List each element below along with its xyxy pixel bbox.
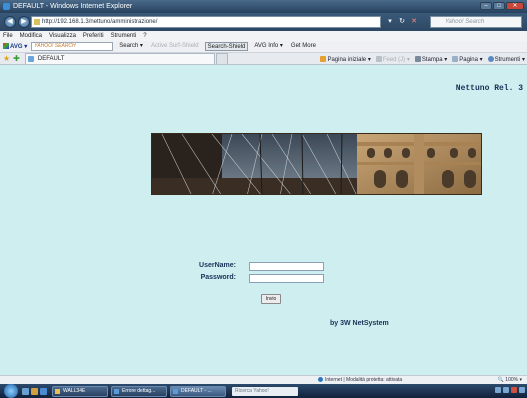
back-button[interactable]: ◀ (4, 16, 16, 28)
task-error-details[interactable]: Errore dettag... (111, 385, 167, 397)
menu-preferiti[interactable]: Preferiti (83, 33, 104, 39)
username-input[interactable] (249, 262, 324, 271)
address-field[interactable]: http://192.168.1.3/nettuno/amministrazio… (31, 16, 381, 28)
avg-search-button[interactable]: Search ▾ (117, 42, 145, 51)
tray-network-icon[interactable] (495, 387, 501, 393)
ie-icon (3, 3, 10, 10)
window-title: DEFAULT - Windows Internet Explorer (13, 3, 133, 10)
new-tab-button[interactable] (215, 53, 228, 64)
menu-help[interactable]: ? (143, 33, 146, 39)
tray-security-icon[interactable] (511, 387, 517, 393)
ie-task-icon (114, 388, 119, 394)
zoom-level[interactable]: 🔍 100% ▾ (498, 377, 522, 383)
task-wall34e[interactable]: WALL34E (52, 385, 108, 397)
tools-menu-button[interactable]: Strumenti ▾ (487, 55, 525, 63)
minimize-button[interactable]: – (480, 2, 492, 10)
tray-update-icon[interactable] (519, 387, 525, 393)
home-icon (320, 55, 327, 62)
quicklaunch-desktop-icon[interactable] (22, 387, 29, 395)
home-button[interactable]: Pagina iniziale ▾ (320, 55, 371, 63)
close-button[interactable]: ✕ (506, 2, 524, 10)
banner-photo (152, 134, 481, 194)
get-more-button[interactable]: Get More (289, 42, 318, 51)
feeds-button[interactable]: Feed (J) ▾ (375, 55, 410, 63)
avg-logo-icon (3, 43, 9, 49)
address-url: http://192.168.1.3/nettuno/amministrazio… (42, 19, 158, 25)
address-dropdown-icon[interactable]: ▾ (385, 16, 395, 28)
browser-search-input[interactable]: Yahoo! Search (430, 16, 522, 28)
ie-task-icon (173, 388, 178, 394)
page-menu-icon (452, 55, 459, 62)
password-input[interactable] (249, 274, 324, 283)
banner-image (151, 133, 482, 195)
menu-file[interactable]: File (3, 33, 13, 39)
quicklaunch-ie-icon[interactable] (40, 387, 47, 395)
avg-search-input[interactable]: YAHOO! SEARCH (31, 42, 114, 51)
maximize-button[interactable]: □ (493, 2, 505, 10)
avg-toolbar: AVG ▾ YAHOO! SEARCH Search ▾ Active Surf… (0, 41, 527, 53)
command-bar: Pagina iniziale ▾ Feed (J) ▾ Stampa ▾ Pa… (320, 53, 525, 65)
tab-bar: ★ ✚ DEFAULT Pagina iniziale ▾ Feed (J) ▾… (0, 53, 527, 65)
product-title: Nettuno Rel. 3 (455, 84, 523, 93)
window-titlebar: DEFAULT - Windows Internet Explorer – □ … (0, 0, 527, 13)
gear-icon (487, 55, 494, 62)
password-label: Password: (200, 274, 236, 281)
address-row: ◀ ▶ http://192.168.1.3/nettuno/amministr… (0, 13, 527, 31)
username-label: UserName: (199, 262, 236, 269)
task-default[interactable]: DEFAULT - ... (170, 385, 226, 397)
active-surf-shield-button[interactable]: Active Surf-Shield (149, 42, 201, 51)
avg-info-button[interactable]: AVG Info ▾ (252, 42, 285, 51)
print-button[interactable]: Stampa ▾ (414, 55, 447, 63)
taskbar: WALL34E Errore dettag... DEFAULT - ... R… (0, 384, 527, 398)
system-tray (495, 387, 525, 393)
page-menu-button[interactable]: Pagina ▾ (452, 55, 483, 63)
folder-icon (55, 388, 60, 394)
printer-icon (414, 55, 421, 62)
menu-visualizza[interactable]: Visualizza (49, 33, 76, 39)
window-controls: – □ ✕ (480, 2, 524, 10)
favorites-star-icon[interactable]: ★ (3, 54, 10, 63)
forward-button[interactable]: ▶ (18, 16, 30, 28)
refresh-icon[interactable]: ↻ (397, 16, 407, 28)
page-content: Nettuno Rel. 3 (0, 65, 527, 376)
add-favorites-icon[interactable]: ✚ (13, 54, 20, 63)
quicklaunch-explorer-icon[interactable] (31, 387, 38, 395)
tab-title: DEFAULT (37, 56, 65, 62)
tab-page-icon (27, 56, 34, 62)
security-zone[interactable]: Internet | Modalità protetta: attivata (318, 377, 402, 383)
company-byline: by 3W NetSystem (330, 320, 389, 327)
start-button[interactable] (4, 384, 18, 398)
stop-icon[interactable]: ✕ (409, 16, 419, 28)
menu-bar: File Modifica Visualizza Preferiti Strum… (0, 31, 527, 41)
status-bar: Internet | Modalità protetta: attivata 🔍… (0, 375, 527, 384)
submit-button[interactable]: Invio (261, 294, 281, 304)
avg-logo[interactable]: AVG ▾ (3, 43, 27, 50)
page-icon (34, 19, 40, 25)
globe-icon (318, 377, 323, 382)
tab-default[interactable]: DEFAULT (24, 53, 215, 64)
search-shield-button[interactable]: Search-Shield (204, 42, 249, 51)
taskbar-search-input[interactable]: Ricerca Yahoo! (232, 386, 298, 396)
tray-volume-icon[interactable] (503, 387, 509, 393)
menu-strumenti[interactable]: Strumenti (111, 33, 137, 39)
menu-modifica[interactable]: Modifica (20, 33, 42, 39)
feed-icon (375, 55, 382, 62)
